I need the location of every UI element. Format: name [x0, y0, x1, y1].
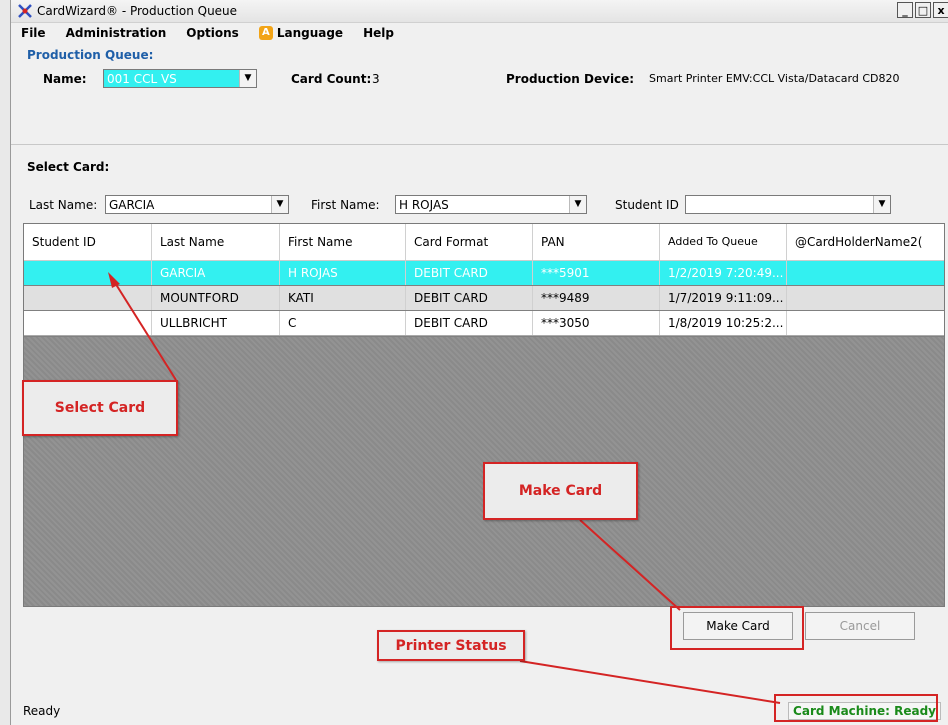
- table-cell: DEBIT CARD: [406, 311, 533, 335]
- status-text: Ready: [23, 704, 61, 718]
- menu-help-label: Help: [363, 26, 394, 40]
- menu-file-label: File: [21, 26, 46, 40]
- menu-help[interactable]: Help: [353, 26, 404, 40]
- column-header[interactable]: Student ID: [24, 224, 152, 260]
- table-cell: [24, 261, 152, 285]
- table-cell: ***5901: [533, 261, 660, 285]
- app-window: CardWizard® - Production Queue _ □ x Fil…: [10, 0, 948, 725]
- table-cell: GARCIA: [152, 261, 280, 285]
- close-icon[interactable]: x: [933, 2, 948, 18]
- production-queue-title: Production Queue:: [27, 48, 154, 62]
- table-cell: [787, 261, 944, 285]
- student-id-label: Student ID: [615, 198, 679, 212]
- last-name-value: GARCIA: [109, 198, 155, 212]
- column-header[interactable]: PAN: [533, 224, 660, 260]
- last-name-select[interactable]: GARCIA ▼: [105, 195, 289, 214]
- first-name-label: First Name:: [311, 198, 380, 212]
- minimize-icon[interactable]: _: [897, 2, 913, 18]
- chevron-down-icon[interactable]: ▼: [569, 196, 586, 213]
- chevron-down-icon[interactable]: ▼: [239, 70, 256, 87]
- menu-language[interactable]: A Language: [249, 26, 353, 40]
- table-row[interactable]: GARCIA H ROJAS DEBIT CARD ***5901 1/2/20…: [24, 261, 944, 285]
- table-cell: [787, 311, 944, 335]
- menu-options[interactable]: Options: [176, 26, 249, 40]
- printer-status-callout: Printer Status: [377, 630, 525, 661]
- window-controls: _ □ x: [897, 2, 948, 18]
- select-card-callout: Select Card: [22, 380, 178, 436]
- table-cell: [24, 286, 152, 310]
- first-name-select[interactable]: H ROJAS ▼: [395, 195, 587, 214]
- title-bar: CardWizard® - Production Queue _ □ x: [11, 0, 948, 23]
- last-name-label: Last Name:: [29, 198, 98, 212]
- table-cell: 1/8/2019 10:25:2...: [660, 311, 787, 335]
- make-card-callout: Make Card: [483, 462, 638, 520]
- queue-name-label: Name:: [43, 72, 87, 86]
- cancel-button[interactable]: Cancel: [805, 612, 915, 640]
- card-count-value: 3: [372, 72, 380, 86]
- menu-administration-label: Administration: [65, 26, 167, 40]
- table-header: Student ID Last Name First Name Card For…: [24, 224, 944, 261]
- table-cell: C: [280, 311, 406, 335]
- column-header[interactable]: Card Format: [406, 224, 533, 260]
- table-cell: DEBIT CARD: [406, 286, 533, 310]
- table-cell: ***9489: [533, 286, 660, 310]
- table-cell: ULLBRICHT: [152, 311, 280, 335]
- first-name-value: H ROJAS: [399, 198, 449, 212]
- queue-name-value: 001 CCL VS: [107, 72, 177, 86]
- chevron-down-icon[interactable]: ▼: [873, 196, 890, 213]
- table-row[interactable]: MOUNTFORD KATI DEBIT CARD ***9489 1/7/20…: [24, 286, 944, 310]
- table-cell: DEBIT CARD: [406, 261, 533, 285]
- menu-language-label: Language: [276, 26, 344, 40]
- production-device-label: Production Device:: [506, 72, 635, 86]
- table-cell: 1/2/2019 7:20:49...: [660, 261, 787, 285]
- queue-name-select[interactable]: 001 CCL VS ▼: [103, 69, 257, 88]
- select-card-title: Select Card:: [27, 160, 110, 174]
- column-header[interactable]: Last Name: [152, 224, 280, 260]
- table-cell: [24, 311, 152, 335]
- menu-bar: File Administration Options A Language H…: [11, 22, 948, 44]
- table-cell: KATI: [280, 286, 406, 310]
- card-count-label: Card Count:: [291, 72, 372, 86]
- column-header[interactable]: @CardHolderName2(: [787, 224, 944, 260]
- table-cell: H ROJAS: [280, 261, 406, 285]
- menu-file[interactable]: File: [11, 26, 56, 40]
- production-device-value: Smart Printer EMV:CCL Vista/Datacard CD8…: [649, 72, 900, 85]
- column-header[interactable]: First Name: [280, 224, 406, 260]
- table-row[interactable]: ULLBRICHT C DEBIT CARD ***3050 1/8/2019 …: [24, 311, 944, 336]
- menu-administration[interactable]: Administration: [56, 26, 177, 40]
- table-cell: MOUNTFORD: [152, 286, 280, 310]
- divider: [11, 144, 948, 145]
- student-id-select[interactable]: ▼: [685, 195, 891, 214]
- maximize-icon[interactable]: □: [915, 2, 931, 18]
- cardwizard-logo-icon: [18, 4, 32, 18]
- table-cell: ***3050: [533, 311, 660, 335]
- window-title: CardWizard® - Production Queue: [37, 4, 238, 18]
- table-cell: [787, 286, 944, 310]
- printer-status-highlight: [774, 694, 938, 722]
- chevron-down-icon[interactable]: ▼: [271, 196, 288, 213]
- make-card-highlight: [670, 606, 804, 650]
- language-icon: A: [258, 26, 273, 40]
- menu-options-label: Options: [186, 26, 239, 40]
- column-header[interactable]: Added To Queue: [660, 224, 787, 260]
- table-cell: 1/7/2019 9:11:09...: [660, 286, 787, 310]
